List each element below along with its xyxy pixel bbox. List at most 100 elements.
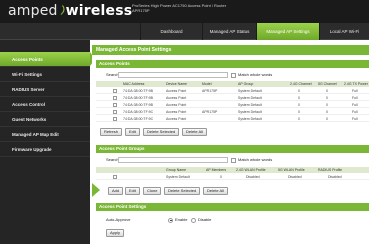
table-row[interactable]: 74:DA:38:00:TF:9B Access Point APR175P S…: [96, 88, 369, 94]
product-info: ProSeries High Power AC1750 Access Point…: [132, 3, 226, 13]
sidebar-item-guest-networks[interactable]: Guest Networks: [0, 112, 90, 127]
refresh-button[interactable]: Refresh: [100, 128, 123, 136]
ap-search-input[interactable]: [118, 72, 228, 78]
edit-group-button[interactable]: Edit: [125, 187, 140, 195]
col-device-name[interactable]: Device Name: [166, 81, 187, 87]
cell-mac: 74:DA:38:00:TF:9B: [123, 96, 153, 100]
col-24g-tx-power[interactable]: 2.4G TX Power: [344, 81, 368, 87]
cell-5g-channel: 0: [326, 117, 328, 121]
row-select-checkbox[interactable]: [113, 116, 117, 121]
edit-ap-button[interactable]: Edit: [125, 128, 140, 136]
sidebar-item-radius-server[interactable]: RADIUS Server: [0, 82, 90, 97]
cell-model: APR175P: [202, 110, 218, 114]
delete-selected-group-button[interactable]: Delete Selected: [164, 187, 201, 195]
cell-radius: Disabled: [328, 175, 342, 179]
main-content: Managed Access Point Settings Access Poi…: [92, 40, 369, 244]
sidebar-item-access-points[interactable]: Access Points: [0, 52, 95, 67]
cell-24g-channel: 0: [298, 96, 300, 100]
auto-approve-enable-radio[interactable]: [168, 217, 173, 223]
tab-dashboard[interactable]: Dashboard: [140, 23, 202, 40]
cell-ap-group: System Default: [238, 103, 262, 107]
col-model[interactable]: Model: [202, 81, 212, 87]
cell-24g-channel: 0: [298, 110, 300, 114]
cell-ap-group: System Default: [238, 110, 262, 114]
sidebar-item-wifi-settings[interactable]: Wi-Fi Settings: [0, 67, 90, 82]
access-points-header: Access Points: [96, 60, 369, 68]
main-nav: Dashboard Managed AP Status Managed AP S…: [0, 23, 369, 40]
row-select-checkbox[interactable]: [113, 109, 117, 114]
header: amped wireless ProSeries High Power AC175…: [0, 0, 369, 23]
ap-match-whole-words-label: Match whole words: [238, 72, 273, 77]
row-select-checkbox[interactable]: [113, 102, 117, 107]
sidebar-item-access-control[interactable]: Access Control: [0, 97, 90, 112]
tab-local-ap-wifi[interactable]: Local AP Wi-Fi: [319, 23, 369, 40]
col-5g-channel[interactable]: 5G Channel: [318, 81, 337, 87]
cell-ap-group: System Default: [238, 96, 262, 100]
col-ap-members[interactable]: AP Members: [206, 167, 226, 173]
ap-settings-header: Access Point Settings: [96, 203, 369, 211]
table-row[interactable]: 74:DA:38:00:TF:9B Access Point System De…: [96, 95, 369, 101]
pointer-arrow-icon: [92, 183, 100, 197]
col-radius-profile[interactable]: RADIUS Profile: [318, 167, 342, 173]
auto-approve-label: Auto-Approve: [106, 217, 131, 222]
table-row[interactable]: 74:DA:38:00:TF:9B Access Point System De…: [96, 102, 369, 108]
sidebar-item-managed-ap-map-edit[interactable]: Managed AP Map Edit: [0, 127, 90, 142]
row-select-checkbox[interactable]: [113, 88, 117, 93]
table-row[interactable]: System Default 0 Disabled Disabled Disab…: [96, 174, 369, 180]
delete-all-group-button[interactable]: Delete All: [203, 187, 228, 195]
row-select-checkbox[interactable]: [113, 95, 117, 100]
apply-button[interactable]: Apply: [106, 229, 125, 237]
brand-name-part1: amped: [8, 3, 58, 19]
cell-5g-channel: 0: [326, 103, 328, 107]
table-row[interactable]: 74:DA:38:00:TF:9C Access Point System De…: [96, 116, 369, 122]
cell-mac: 74:DA:38:00:TF:9B: [123, 103, 153, 107]
cell-tx-power: Full: [352, 117, 358, 121]
ap-table-header: MAC Address Device Name Model AP Group 2…: [96, 81, 369, 87]
tab-managed-ap-settings[interactable]: Managed AP Settings: [256, 23, 319, 40]
col-group-name[interactable]: Group Name: [166, 167, 186, 173]
auto-approve-enable-label: Enable: [175, 217, 188, 222]
auto-approve-disable-radio[interactable]: [191, 217, 196, 223]
col-24g-channel[interactable]: 2.4G Channel: [290, 81, 312, 87]
sidebar: Access Points Wi-Fi Settings RADIUS Serv…: [0, 40, 95, 244]
cell-device-name: Access Point: [166, 117, 187, 121]
brand-logo: amped wireless: [8, 3, 132, 19]
delete-selected-ap-button[interactable]: Delete Selected: [143, 128, 180, 136]
cell-tx-power: Full: [352, 89, 358, 93]
group-match-whole-words-checkbox[interactable]: [231, 157, 236, 163]
clone-group-button[interactable]: Clone: [143, 187, 162, 195]
cell-24g-channel: 0: [298, 89, 300, 93]
cell-device-name: Access Point: [166, 110, 187, 114]
cell-ap-members: 0: [220, 175, 222, 179]
col-ap-group[interactable]: AP Group: [238, 81, 253, 87]
cell-24g-channel: 0: [298, 117, 300, 121]
product-model: APR175P: [132, 8, 150, 13]
delete-all-ap-button[interactable]: Delete All: [182, 128, 207, 136]
table-row[interactable]: 74:DA:38:00:TF:9C Access Point APR175P S…: [96, 109, 369, 115]
cell-5g-channel: 0: [326, 89, 328, 93]
ap-groups-header: Access Point Groups: [96, 145, 369, 153]
col-mac-address[interactable]: MAC Address: [123, 81, 144, 87]
group-search-input[interactable]: [118, 157, 228, 163]
cell-24g-channel: 0: [298, 103, 300, 107]
group-match-whole-words-label: Match whole words: [238, 157, 273, 162]
cell-ap-group: System Default: [238, 89, 262, 93]
col-24g-wlan-profile[interactable]: 2.4G WLAN Profile: [236, 167, 266, 173]
cell-tx-power: Full: [352, 110, 358, 114]
page-title: Managed Access Point Settings: [92, 45, 369, 55]
row-select-checkbox[interactable]: [113, 174, 117, 179]
cell-tx-power: Full: [352, 103, 358, 107]
cell-5g-channel: 0: [326, 96, 328, 100]
cell-mac: 74:DA:38:00:TF:9B: [123, 89, 153, 93]
col-5g-wlan-profile[interactable]: 5G WLAN Profile: [278, 167, 305, 173]
sidebar-item-firmware-upgrade[interactable]: Firmware Upgrade: [0, 142, 90, 157]
cell-ap-group: System Default: [238, 117, 262, 121]
cell-device-name: Access Point: [166, 103, 187, 107]
tab-managed-ap-status[interactable]: Managed AP Status: [202, 23, 256, 40]
ap-match-whole-words-checkbox[interactable]: [231, 72, 236, 78]
cell-model: APR175P: [202, 89, 218, 93]
cell-tx-power: Full: [352, 96, 358, 100]
cell-mac: 74:DA:38:00:TF:9C: [123, 110, 154, 114]
cell-mac: 74:DA:38:00:TF:9C: [123, 117, 154, 121]
add-group-button[interactable]: Add: [108, 187, 124, 195]
